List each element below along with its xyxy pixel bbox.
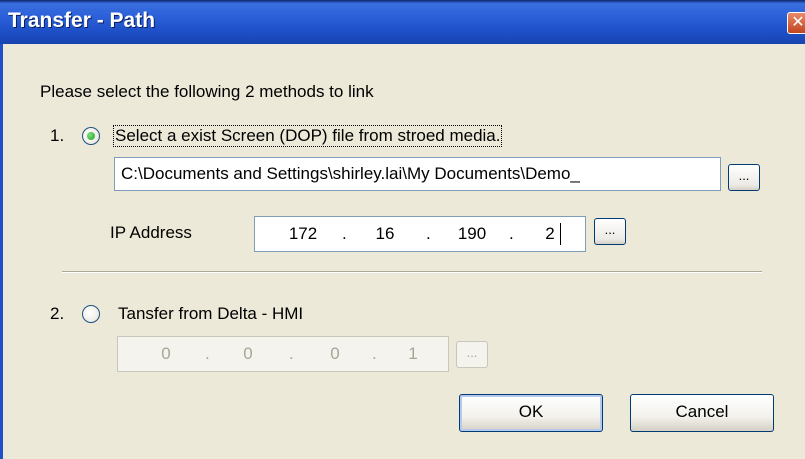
option1-number: 1. [50,126,65,145]
ip-browse-button[interactable]: ... [594,218,626,245]
hmi-ip-octet-3: 0 [330,344,340,363]
separator-line [62,271,762,273]
text-caret [560,223,561,245]
instruction-text: Please select the following 2 methods to… [40,82,374,101]
window-title: Transfer - Path [8,9,156,32]
close-button[interactable]: ✕ [787,12,805,34]
ip-octet-4: 2 [545,224,555,243]
window-frame [0,44,3,459]
hmi-ip-octet-2: 0 [243,344,253,363]
ip-dot-3: . [509,224,514,243]
file-path-input[interactable]: C:\Documents and Settings\shirley.lai\My… [114,157,721,191]
option1-radio[interactable] [82,127,100,145]
ok-button[interactable]: OK [459,394,603,432]
ip-dot-1: . [342,224,347,243]
option2-label[interactable]: Tansfer from Delta - HMI [118,304,303,324]
file-browse-button[interactable]: ... [728,164,760,191]
ip-address-label: IP Address [110,223,192,242]
transfer-path-dialog: Transfer - Path ✕ Please select the foll… [0,0,805,459]
hmi-ip-input[interactable]: 0 . 0 . 0 . 1 [117,336,449,372]
hmi-ip-dot-3: . [372,344,377,363]
hmi-ip-dot-2: . [289,344,294,363]
ip-octet-2: 16 [375,224,395,243]
option2-number: 2. [50,304,65,323]
ip-address-input[interactable]: 172 . 16 . 190 . 2 [254,216,586,252]
ip-octet-1: 172 [288,224,318,243]
hmi-ip-dot-1: . [205,344,210,363]
option1-label[interactable]: Select a exist Screen (DOP) file from st… [113,125,503,147]
close-icon: ✕ [791,14,805,31]
hmi-ip-octet-1: 0 [161,344,171,363]
title-bar[interactable]: Transfer - Path ✕ [0,0,805,44]
cancel-button[interactable]: Cancel [630,394,774,432]
ip-octet-3: 190 [457,224,487,243]
hmi-ip-octet-4: 1 [408,344,418,363]
hmi-browse-button[interactable]: ... [456,341,488,368]
ip-dot-2: . [426,224,431,243]
option2-radio[interactable] [82,305,100,323]
